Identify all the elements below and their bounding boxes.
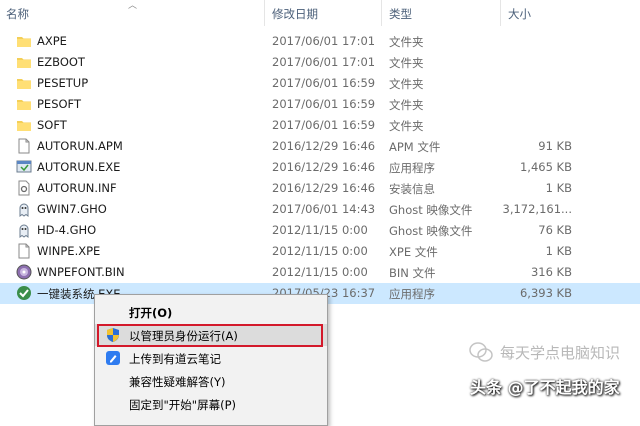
installer-icon	[16, 285, 32, 301]
context-menu-item[interactable]: 上传到有道云笔记	[95, 347, 327, 369]
file-name: WNPEFONT.BIN	[37, 265, 125, 279]
file-type: APM 文件	[389, 140, 441, 154]
file-row[interactable]: PESOFT 2017/06/01 16:59 文件夹	[0, 94, 640, 115]
watermark-text: 每天学点电脑知识	[500, 344, 621, 362]
toutiao-watermark: 头条 @了不起我的家	[470, 378, 620, 397]
ghost-icon	[16, 201, 32, 217]
settings-file-icon	[16, 180, 32, 196]
file-name: AUTORUN.EXE	[37, 160, 121, 174]
file-row[interactable]: AUTORUN.APM 2016/12/29 16:46 APM 文件 91 KB	[0, 136, 640, 157]
file-icon	[16, 138, 32, 154]
file-row[interactable]: AUTORUN.EXE 2016/12/29 16:46 应用程序 1,465 KB	[0, 157, 640, 178]
folder-icon	[16, 117, 32, 133]
file-name: GWIN7.GHO	[37, 202, 107, 216]
file-row[interactable]: EZBOOT 2017/06/01 17:01 文件夹	[0, 52, 640, 73]
context-menu-item-label: 打开(O)	[129, 306, 173, 320]
application-icon	[16, 159, 32, 175]
file-name: EZBOOT	[37, 55, 85, 69]
file-size: 76 KB	[538, 223, 572, 237]
file-type: 文件夹	[389, 56, 424, 70]
file-row[interactable]: PESETUP 2017/06/01 16:59 文件夹	[0, 73, 640, 94]
column-separator[interactable]	[500, 0, 501, 26]
file-type: 应用程序	[389, 287, 435, 301]
file-modified: 2017/06/01 16:59	[272, 118, 376, 132]
folder-icon	[16, 75, 32, 91]
file-size: 3,172,161...	[502, 202, 573, 216]
folder-icon	[16, 33, 32, 49]
file-modified: 2012/11/15 0:00	[272, 265, 368, 279]
file-row[interactable]: WNPEFONT.BIN 2012/11/15 0:00 BIN 文件 316 KB	[0, 262, 640, 283]
file-modified: 2017/06/01 17:01	[272, 34, 376, 48]
file-size: 1 KB	[545, 181, 572, 195]
file-type: 安装信息	[389, 182, 435, 196]
file-name: SOFT	[37, 118, 67, 132]
sort-ascending-icon: ︿	[128, 1, 138, 11]
context-menu-item-label: 兼容性疑难解答(Y)	[129, 375, 226, 389]
context-menu-item[interactable]: 以管理员身份运行(A)	[95, 324, 327, 347]
file-modified: 2016/12/29 16:46	[272, 160, 376, 174]
file-size: 1 KB	[545, 244, 572, 258]
file-name: WINPE.XPE	[37, 244, 101, 258]
file-row[interactable]: GWIN7.GHO 2017/06/01 14:43 Ghost 映像文件 3,172…	[0, 199, 640, 220]
file-type: 应用程序	[389, 161, 435, 175]
file-type: 文件夹	[389, 77, 424, 91]
context-menu-item[interactable]: 兼容性疑难解答(Y)	[95, 370, 327, 392]
file-type: Ghost 映像文件	[389, 203, 473, 217]
file-row[interactable]: WINPE.XPE 2012/11/15 0:00 XPE 文件 1 KB	[0, 241, 640, 262]
file-row[interactable]: AXPE 2017/06/01 17:01 文件夹	[0, 31, 640, 52]
column-separator[interactable]	[264, 0, 265, 26]
context-menu-item[interactable]: 固定到"开始"屏幕(P)	[95, 393, 327, 415]
disc-icon	[16, 264, 32, 280]
file-name: AUTORUN.APM	[37, 139, 123, 153]
file-type: Ghost 映像文件	[389, 224, 473, 238]
file-modified: 2012/11/15 0:00	[272, 244, 368, 258]
context-menu: 打开(O) 以管理员身份运行(A) 上传到有道云笔记 兼容性疑难解答(Y) 固定到"开始…	[94, 294, 328, 426]
column-header-name[interactable]: 名称	[6, 6, 29, 22]
wechat-logo-icon	[469, 342, 493, 362]
file-modified: 2016/12/29 16:46	[272, 139, 376, 153]
file-name: AXPE	[37, 34, 67, 48]
file-name: AUTORUN.INF	[37, 181, 117, 195]
file-modified: 2017/06/01 17:01	[272, 55, 376, 69]
column-separator[interactable]	[381, 0, 382, 26]
column-header-size[interactable]: 大小	[508, 6, 531, 22]
file-modified: 2017/06/01 16:59	[272, 97, 376, 111]
file-row[interactable]: HD-4.GHO 2012/11/15 0:00 Ghost 映像文件 76 KB	[0, 220, 640, 241]
file-modified: 2017/06/01 16:59	[272, 76, 376, 90]
context-menu-item-label: 上传到有道云笔记	[129, 352, 221, 366]
file-size: 6,393 KB	[519, 286, 572, 300]
file-type: 文件夹	[389, 35, 424, 49]
context-menu-item[interactable]: 打开(O)	[95, 301, 327, 323]
column-header-type[interactable]: 类型	[389, 6, 412, 22]
file-type: XPE 文件	[389, 245, 438, 259]
ghost-icon	[16, 222, 32, 238]
file-size: 1,465 KB	[519, 160, 572, 174]
file-modified: 2012/11/15 0:00	[272, 223, 368, 237]
file-name: HD-4.GHO	[37, 223, 97, 237]
file-type: 文件夹	[389, 98, 424, 112]
file-size: 91 KB	[538, 139, 572, 153]
context-menu-item-label: 固定到"开始"屏幕(P)	[129, 398, 236, 412]
file-size: 316 KB	[530, 265, 572, 279]
file-row[interactable]: AUTORUN.INF 2016/12/29 16:46 安装信息 1 KB	[0, 178, 640, 199]
file-name: PESOFT	[37, 97, 81, 111]
file-name: PESETUP	[37, 76, 89, 90]
red-highlight-box	[97, 324, 323, 347]
file-icon	[16, 243, 32, 259]
file-modified: 2016/12/29 16:46	[272, 181, 376, 195]
file-row[interactable]: SOFT 2017/06/01 16:59 文件夹	[0, 115, 640, 136]
file-type: 文件夹	[389, 119, 424, 133]
column-header-modified[interactable]: 修改日期	[272, 6, 318, 22]
youdao-note-icon	[105, 350, 121, 366]
folder-icon	[16, 54, 32, 70]
file-modified: 2017/06/01 14:43	[272, 202, 376, 216]
folder-icon	[16, 96, 32, 112]
file-type: BIN 文件	[389, 266, 436, 280]
column-header: ︿ 名称 修改日期 类型 大小	[0, 0, 640, 26]
